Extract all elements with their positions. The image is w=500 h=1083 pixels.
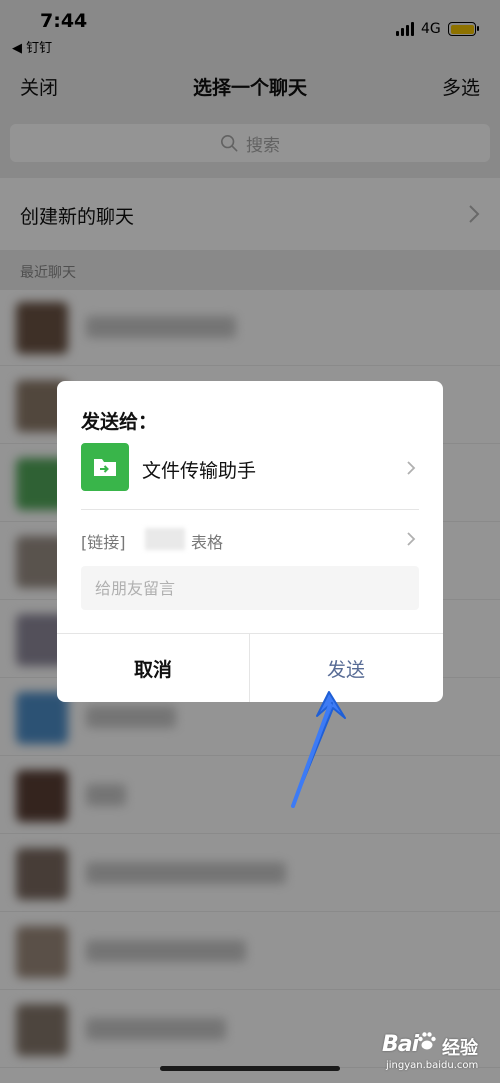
cancel-button[interactable]: 取消 bbox=[57, 634, 249, 702]
file-transfer-folder-icon bbox=[81, 443, 129, 491]
baidu-jingyan-watermark: Bai 经验 jingyan.baidu.com bbox=[382, 1030, 494, 1078]
recipient-name: 文件传输助手 bbox=[142, 460, 257, 482]
home-indicator[interactable] bbox=[160, 1066, 340, 1071]
link-title-redacted bbox=[145, 528, 185, 550]
link-prefix: [链接] bbox=[81, 533, 126, 552]
paw-icon bbox=[418, 1032, 436, 1050]
recipient-row[interactable]: 文件传输助手 bbox=[81, 443, 421, 493]
watermark-url: jingyan.baidu.com bbox=[386, 1060, 479, 1071]
chevron-right-icon bbox=[407, 532, 416, 546]
dialog-title: 发送给： bbox=[81, 411, 158, 433]
message-input[interactable] bbox=[81, 566, 419, 610]
watermark-sub: 经验 bbox=[442, 1038, 478, 1059]
link-preview-row[interactable]: [链接] 表格 bbox=[81, 525, 421, 553]
send-to-dialog: 发送给： 文件传输助手 [链接] 表格 取消 发送 bbox=[57, 381, 443, 702]
divider bbox=[81, 509, 419, 510]
send-button[interactable]: 发送 bbox=[250, 634, 442, 702]
chevron-right-icon bbox=[407, 461, 416, 475]
watermark-brand: Bai bbox=[382, 1032, 419, 1057]
link-title-suffix: 表格 bbox=[191, 533, 224, 552]
